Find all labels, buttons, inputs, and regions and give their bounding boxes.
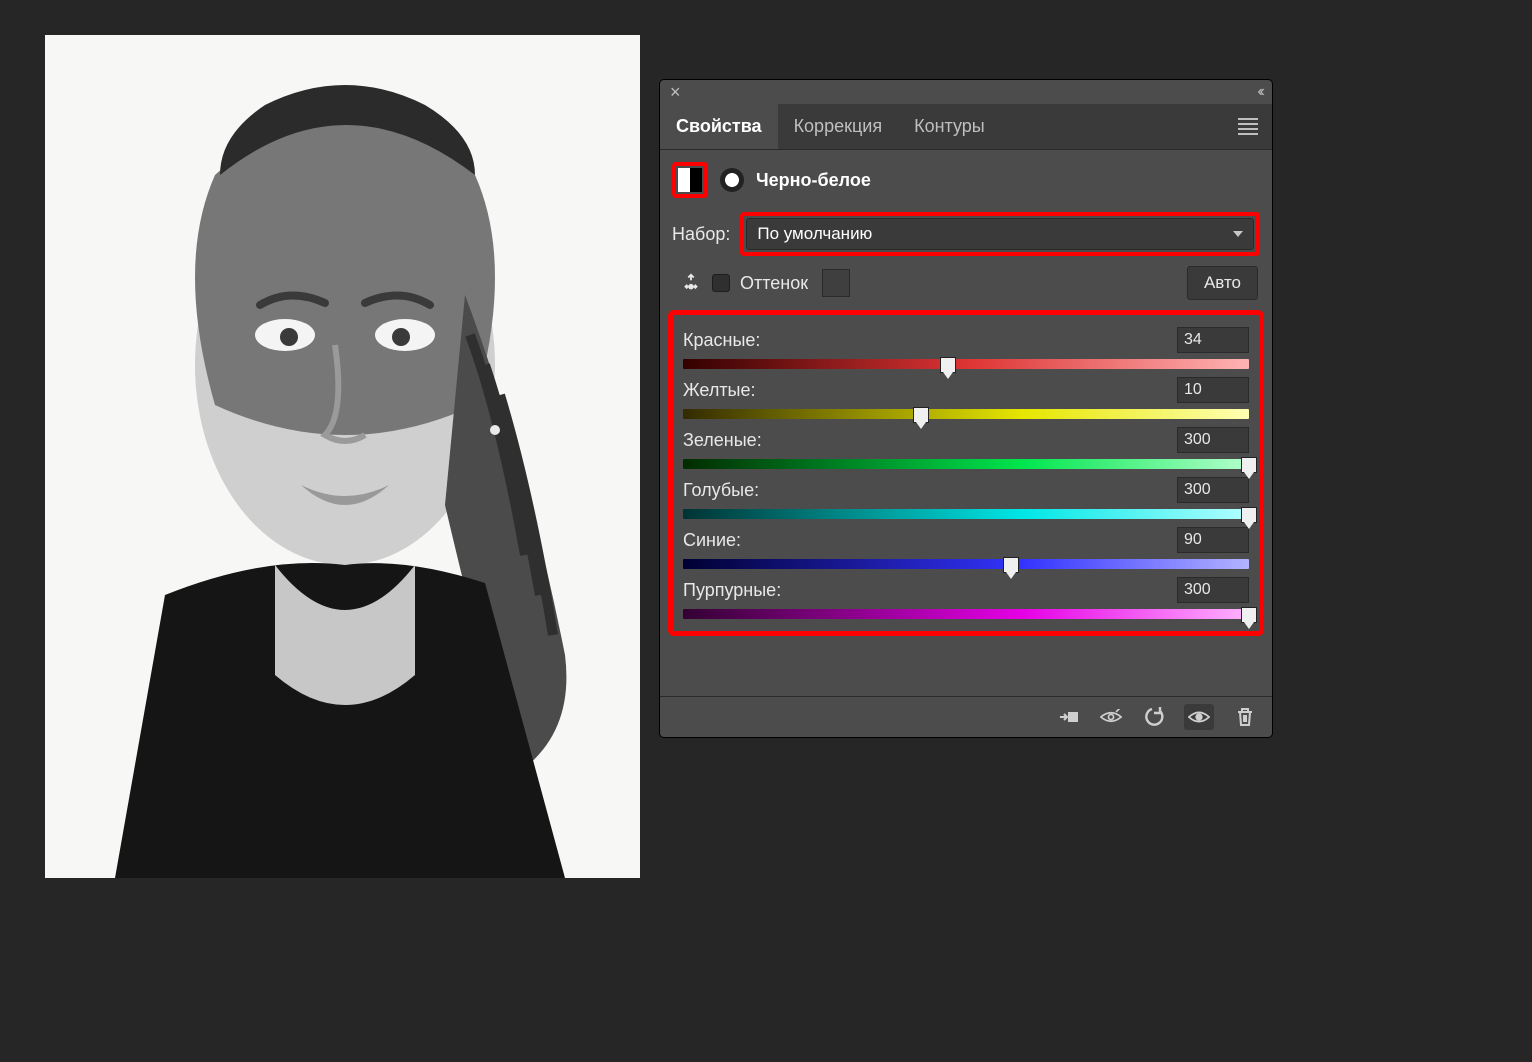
- preset-value: По умолчанию: [757, 224, 872, 244]
- view-previous-icon[interactable]: [1100, 706, 1122, 728]
- slider-4: Синие:: [679, 521, 1253, 571]
- slider-thumb[interactable]: [1241, 607, 1257, 623]
- slider-track[interactable]: [683, 609, 1249, 619]
- black-white-icon: [678, 168, 702, 192]
- slider-1: Желтые:: [679, 371, 1253, 421]
- slider-label: Голубые:: [683, 480, 759, 501]
- tint-label: Оттенок: [740, 273, 808, 294]
- slider-value-input[interactable]: [1177, 327, 1249, 353]
- targeted-adjustment-icon[interactable]: [680, 272, 702, 294]
- preset-dropdown[interactable]: По умолчанию: [746, 218, 1254, 250]
- slider-value-input[interactable]: [1177, 377, 1249, 403]
- reset-icon[interactable]: [1142, 706, 1164, 728]
- highlight-sliders: Красные: Желтые: Зеленые: Голубые: Синие: Пур…: [668, 310, 1264, 636]
- slider-value-input[interactable]: [1177, 577, 1249, 603]
- slider-track[interactable]: [683, 409, 1249, 419]
- delete-icon[interactable]: [1234, 706, 1256, 728]
- slider-value-input[interactable]: [1177, 427, 1249, 453]
- slider-track[interactable]: [683, 559, 1249, 569]
- slider-track[interactable]: [683, 459, 1249, 469]
- slider-label: Зеленые:: [683, 430, 762, 451]
- slider-value-input[interactable]: [1177, 527, 1249, 553]
- tint-color-swatch[interactable]: [822, 269, 850, 297]
- slider-3: Голубые:: [679, 471, 1253, 521]
- slider-thumb[interactable]: [1241, 507, 1257, 523]
- tab-paths[interactable]: Контуры: [898, 104, 1001, 149]
- panel-footer: [660, 696, 1272, 737]
- clip-to-layer-icon[interactable]: [1058, 706, 1080, 728]
- tab-properties[interactable]: Свойства: [660, 104, 778, 149]
- auto-button[interactable]: Авто: [1187, 266, 1258, 300]
- slider-label: Пурпурные:: [683, 580, 781, 601]
- collapse-icon[interactable]: ‹‹: [1257, 83, 1262, 101]
- slider-label: Красные:: [683, 330, 760, 351]
- slider-5: Пурпурные:: [679, 571, 1253, 621]
- slider-2: Зеленые:: [679, 421, 1253, 471]
- slider-0: Красные:: [679, 321, 1253, 371]
- slider-label: Синие:: [683, 530, 741, 551]
- visibility-icon[interactable]: [1184, 704, 1214, 730]
- slider-label: Желтые:: [683, 380, 756, 401]
- adjustment-title: Черно-белое: [756, 170, 871, 191]
- highlight-preset: По умолчанию: [740, 212, 1260, 256]
- properties-panel: × ‹‹ Свойства Коррекция Контуры Черно-бе…: [660, 80, 1272, 737]
- preset-label: Набор:: [672, 224, 730, 245]
- slider-thumb[interactable]: [1241, 457, 1257, 473]
- slider-thumb[interactable]: [940, 357, 956, 373]
- layer-mask-icon[interactable]: [720, 168, 744, 192]
- close-icon[interactable]: ×: [670, 82, 681, 103]
- canvas-image: [45, 35, 640, 878]
- panel-tabs: Свойства Коррекция Контуры: [660, 104, 1272, 150]
- slider-thumb[interactable]: [1003, 557, 1019, 573]
- tab-adjustments[interactable]: Коррекция: [778, 104, 899, 149]
- panel-menu-icon[interactable]: [1224, 104, 1272, 149]
- slider-thumb[interactable]: [913, 407, 929, 423]
- highlight-adjustment-icon: [672, 162, 708, 198]
- slider-track[interactable]: [683, 509, 1249, 519]
- slider-track[interactable]: [683, 359, 1249, 369]
- tint-checkbox[interactable]: [712, 274, 730, 292]
- slider-value-input[interactable]: [1177, 477, 1249, 503]
